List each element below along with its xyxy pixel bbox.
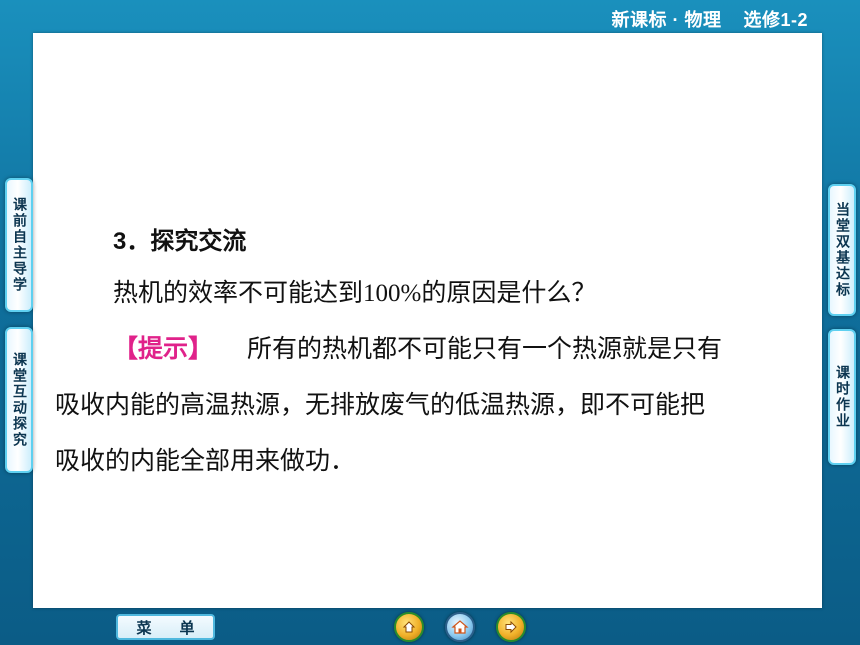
content-panel: 3．探究交流 热机的效率不可能达到100%的原因是什么？ 【提示】 所有的热机都不…: [33, 33, 822, 608]
next-button[interactable]: [496, 612, 526, 642]
home-button[interactable]: [445, 612, 475, 642]
tab-classroom-inquiry-label: 课堂互动探究: [11, 352, 27, 448]
course-volume: 选修1-2: [743, 10, 808, 30]
home-icon: [451, 620, 469, 634]
tab-basic-practice[interactable]: 当堂双基达标: [828, 184, 856, 316]
answer-line-1: 吸收内能的高温热源，无排放废气的低温热源，即不可能把: [55, 392, 706, 419]
hint-line: 【提示】 所有的热机都不可能只有一个热源就是只有: [113, 329, 722, 365]
question-text: 热机的效率不可能达到100%的原因是什么？: [113, 280, 597, 307]
tab-classroom-inquiry[interactable]: 课堂互动探究: [5, 327, 33, 473]
menu-button-label: 菜单: [136, 618, 223, 637]
course-title: 新课标 · 物理: [611, 10, 722, 30]
next-icon: [505, 620, 517, 634]
tab-basic-practice-label: 当堂双基达标: [834, 202, 850, 298]
hint-label: 【提示】: [113, 335, 214, 363]
menu-button[interactable]: 菜单: [116, 614, 215, 640]
tab-homework-label: 课时作业: [834, 365, 850, 429]
hint-text: 所有的热机都不可能只有一个热源就是只有: [247, 336, 723, 363]
tab-pre-class-study[interactable]: 课前自主导学: [5, 178, 33, 312]
header-title: 新课标 · 物理 选修1-2: [611, 6, 808, 32]
tab-homework[interactable]: 课时作业: [828, 329, 856, 465]
section-heading: 3．探究交流: [113, 228, 247, 255]
answer-line-2: 吸收的内能全部用来做功．: [55, 448, 356, 475]
previous-button[interactable]: [394, 612, 424, 642]
tab-pre-class-study-label: 课前自主导学: [11, 197, 27, 293]
previous-icon: [402, 621, 416, 633]
